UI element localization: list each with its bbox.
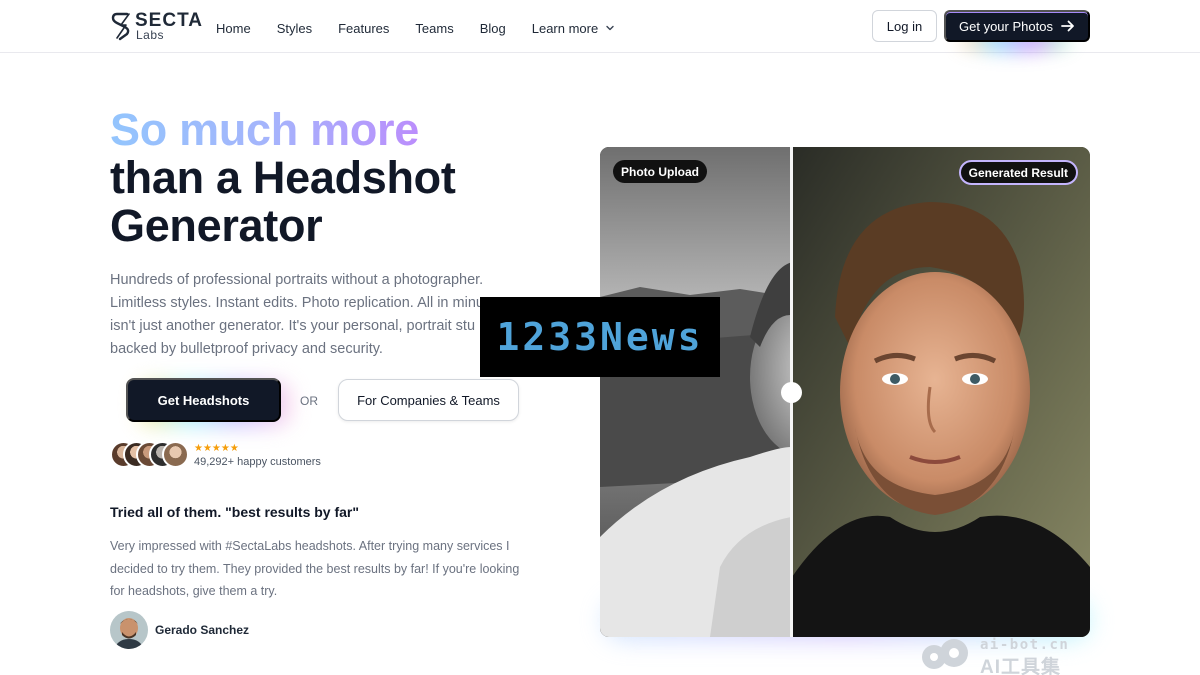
brand-logo[interactable]: SECTA Labs	[110, 10, 202, 42]
nav-learn-more-label: Learn more	[531, 20, 599, 36]
nav-styles[interactable]: Styles	[277, 21, 312, 36]
site-watermark: ai-bot.cn AI工具集	[918, 635, 1090, 675]
customer-avatars	[110, 441, 190, 469]
rating-stars: ★★★★★	[194, 443, 239, 454]
chevron-down-icon	[606, 25, 614, 31]
comparison-slider-handle[interactable]	[781, 382, 802, 403]
main-menu: Home Styles Features Teams Blog Learn mo…	[216, 19, 641, 37]
generated-result-badge: Generated Result	[958, 160, 1078, 185]
testimonial-title: Tried all of them. "best results by far"	[110, 504, 360, 520]
secta-logo-icon	[111, 12, 130, 41]
comparison-image	[600, 147, 1090, 637]
get-headshots-button[interactable]: Get Headshots	[126, 378, 281, 422]
brand-sub: Labs	[136, 28, 165, 42]
companies-teams-button[interactable]: For Companies & Teams	[338, 379, 519, 421]
testimonial-avatar-image	[110, 611, 148, 649]
get-photos-label: Get your Photos	[959, 18, 1053, 34]
top-navigation: SECTA Labs Home Styles Features Teams Bl…	[0, 0, 1200, 53]
arrow-right-icon	[1061, 20, 1074, 32]
before-after-comparison[interactable]: Photo Upload Generated Result	[600, 147, 1090, 637]
nav-home[interactable]: Home	[216, 21, 251, 36]
nav-teams[interactable]: Teams	[415, 21, 453, 36]
testimonial-author: Gerado Sanchez	[155, 623, 250, 637]
news-watermark-text: 1233News	[496, 315, 704, 359]
avatar	[162, 441, 189, 468]
nav-learn-more[interactable]: Learn more	[532, 21, 615, 36]
watermark-site: ai-bot.cn	[980, 637, 1070, 653]
testimonial-body: Very impressed with #SectaLabs headshots…	[110, 539, 520, 598]
testimonial-avatar	[110, 611, 148, 649]
watermark-label: AI工具集	[980, 657, 1062, 675]
nav-blog[interactable]: Blog	[480, 21, 506, 36]
hero-title-gradient: So much more	[110, 106, 570, 154]
hero-title: So much more than a Headshot Generator	[110, 106, 570, 250]
customer-count: 49,292+ happy customers	[194, 456, 321, 468]
hero-description: Hundreds of professional portraits witho…	[110, 272, 484, 357]
watermark-logo-icon	[922, 639, 968, 669]
hero-title-line2: than a Headshot	[110, 152, 456, 203]
photo-upload-badge: Photo Upload	[613, 160, 707, 183]
login-button[interactable]: Log in	[872, 10, 937, 42]
news-watermark: 1233News	[480, 297, 720, 377]
nav-features[interactable]: Features	[338, 21, 389, 36]
or-separator: OR	[300, 394, 318, 408]
get-photos-button[interactable]: Get your Photos	[944, 10, 1090, 42]
hero-title-line3: Generator	[110, 200, 323, 251]
